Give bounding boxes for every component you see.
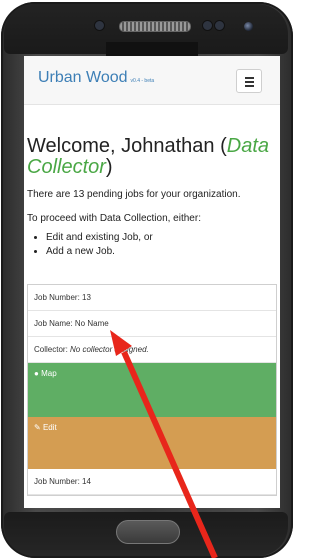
arrow-head: [110, 330, 132, 356]
arrow-shaft: [121, 350, 218, 558]
annotation-arrow: [110, 330, 218, 558]
